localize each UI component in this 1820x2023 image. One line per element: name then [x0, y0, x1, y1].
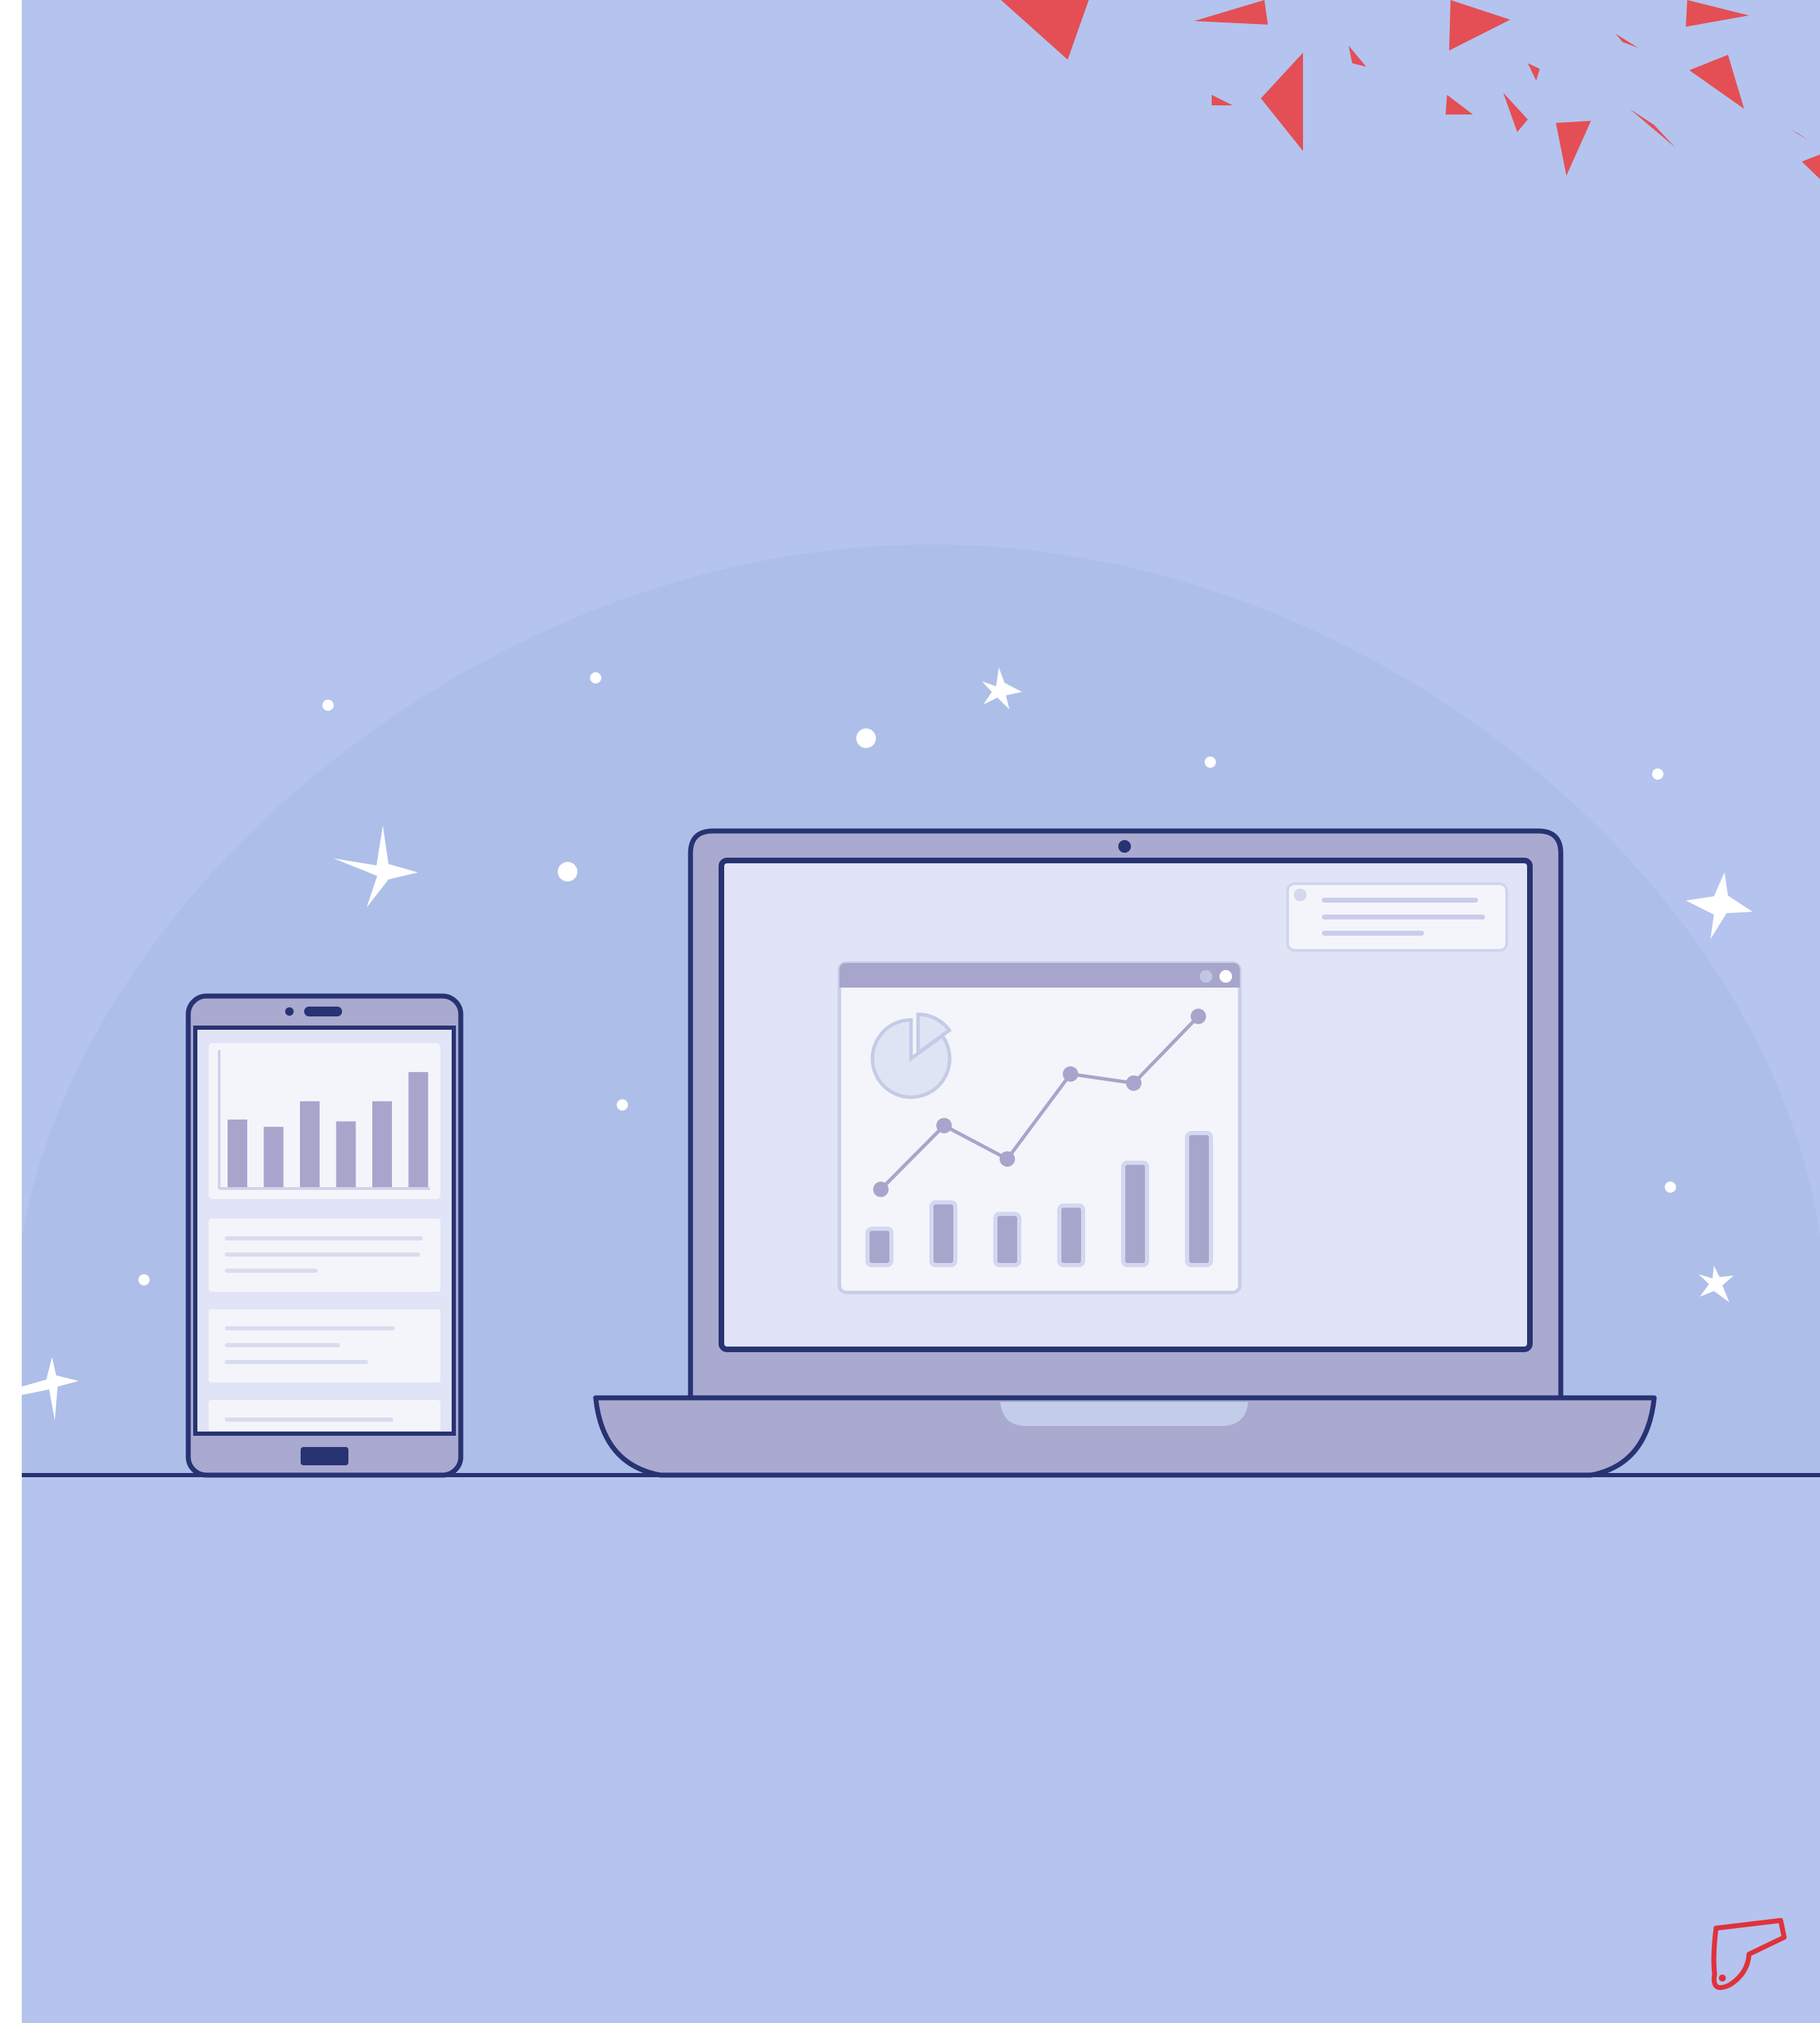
text-line-placeholder — [1322, 931, 1424, 936]
sparkle-dot — [1205, 757, 1216, 768]
line-point — [1063, 1066, 1078, 1082]
phone-chart-bar — [372, 1101, 392, 1187]
text-line-placeholder — [225, 1343, 340, 1347]
text-line-placeholder — [1322, 898, 1478, 903]
window-titlebar[interactable] — [839, 963, 1240, 988]
line-point — [1191, 1008, 1206, 1024]
line-point — [873, 1181, 889, 1198]
line-point — [1000, 1151, 1015, 1167]
smartphone — [185, 993, 464, 1478]
laptop-chart-bar — [929, 1200, 957, 1267]
laptop-chart-bar — [1057, 1203, 1085, 1268]
phone-chart-bar — [408, 1072, 428, 1187]
sparkle-dot — [322, 700, 334, 711]
text-line-placeholder — [1322, 915, 1485, 919]
line-point — [1126, 1075, 1141, 1091]
text-line-placeholder — [225, 1236, 423, 1240]
text-line-placeholder — [225, 1326, 395, 1330]
dashboard-window[interactable] — [837, 961, 1242, 1295]
phone-chart-bar — [336, 1121, 356, 1187]
laptop — [593, 828, 1657, 1478]
laptop-chart-bar — [993, 1212, 1021, 1268]
notification-dot-icon — [1294, 889, 1307, 901]
text-line-placeholder — [225, 1269, 317, 1273]
phone-text-card — [209, 1400, 440, 1431]
text-line-placeholder — [225, 1360, 368, 1364]
illustration-stage — [0, 0, 1820, 2023]
sparkle-dot — [1665, 1181, 1676, 1193]
text-line-placeholder — [225, 1252, 420, 1257]
laptop-chart-bar — [1121, 1160, 1149, 1268]
sparkle-dot — [138, 1274, 150, 1285]
sparkle-dot — [590, 672, 601, 683]
phone-speaker — [304, 1007, 342, 1016]
laptop-chart-bar — [1185, 1131, 1213, 1267]
window-minimize-icon[interactable] — [1200, 970, 1212, 983]
illustration-canvas — [0, 0, 1820, 2023]
phone-camera-icon — [285, 1007, 294, 1016]
sparkle-dot — [856, 728, 876, 748]
text-line-placeholder — [225, 1418, 393, 1422]
laptop-webcam-icon — [1118, 840, 1131, 853]
line-point — [936, 1118, 952, 1134]
phone-chart-bar — [228, 1119, 247, 1187]
laptop-trackpad-notch[interactable] — [1000, 1402, 1248, 1426]
sparkle-dot — [617, 1099, 628, 1111]
phone-home-button[interactable] — [301, 1447, 348, 1465]
sparkle-dot — [1652, 768, 1663, 780]
sparkle-dot — [558, 862, 577, 882]
laptop-chart-bar — [865, 1226, 893, 1268]
phone-chart-bar — [300, 1101, 320, 1187]
window-close-icon[interactable] — [1219, 970, 1232, 983]
phone-chart-bar — [263, 1127, 284, 1187]
